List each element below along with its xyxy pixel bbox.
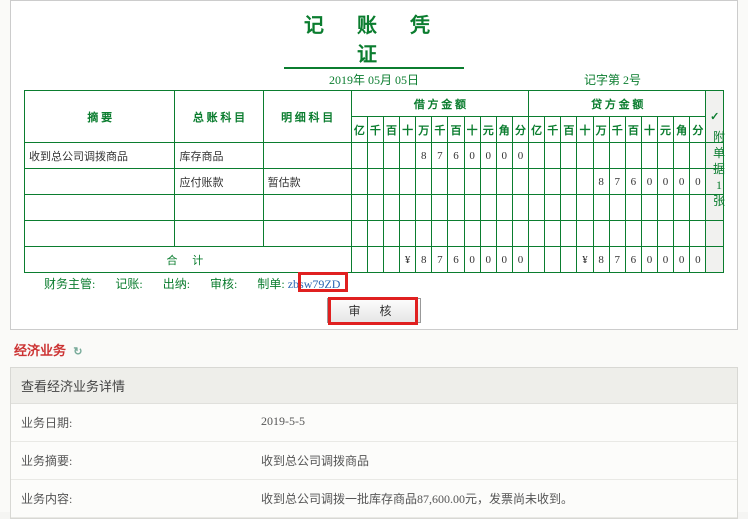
business-row: 业务日期:2019-5-5 bbox=[11, 404, 737, 442]
audit-button[interactable]: 审 核 bbox=[327, 298, 420, 323]
col-account: 总 账 科 目 bbox=[175, 91, 263, 143]
digit-header: 分 bbox=[512, 117, 528, 143]
business-panel-title: 查看经济业务详情 bbox=[11, 368, 737, 404]
col-summary: 摘 要 bbox=[25, 91, 175, 143]
business-row-label: 业务内容: bbox=[11, 480, 251, 517]
digit-header: 十 bbox=[400, 117, 416, 143]
business-panel: 查看经济业务详情 业务日期:2019-5-5业务摘要:收到总公司调拨商品业务内容… bbox=[10, 367, 738, 519]
business-row-value: 收到总公司调拨商品 bbox=[251, 442, 737, 479]
sig-maker-value: zbsw79ZD bbox=[288, 277, 341, 291]
cell-summary bbox=[25, 221, 175, 247]
cell-sub bbox=[263, 143, 351, 169]
cell-summary: 收到总公司调拨商品 bbox=[25, 143, 175, 169]
digit-header: 千 bbox=[432, 117, 448, 143]
cell-account bbox=[175, 195, 263, 221]
cell-sub bbox=[263, 221, 351, 247]
digit-header: 十 bbox=[577, 117, 593, 143]
digit-header: 分 bbox=[690, 117, 706, 143]
sig-cashier: 出纳: bbox=[163, 275, 190, 292]
cell-summary bbox=[25, 169, 175, 195]
sig-book: 记账: bbox=[115, 275, 142, 292]
cell-account: 应付账款 bbox=[175, 169, 263, 195]
table-row bbox=[25, 221, 724, 247]
digit-header: 千 bbox=[367, 117, 383, 143]
business-row-label: 业务日期: bbox=[11, 404, 251, 441]
digit-header: 十 bbox=[464, 117, 480, 143]
business-row: 业务内容:收到总公司调拨一批库存商品87,600.00元，发票尚未收到。 bbox=[11, 480, 737, 518]
total-label: 合 计 bbox=[25, 247, 352, 273]
digit-header: 角 bbox=[674, 117, 690, 143]
digit-header: 角 bbox=[496, 117, 512, 143]
signature-row: 财务主管: 记账: 出纳: 审核: 制单: zbsw79ZD bbox=[24, 275, 724, 292]
cell-account: 库存商品 bbox=[175, 143, 263, 169]
sig-finmgr: 财务主管: bbox=[44, 275, 95, 292]
digit-header: 亿 bbox=[351, 117, 367, 143]
digit-header: 百 bbox=[625, 117, 641, 143]
table-row bbox=[25, 195, 724, 221]
cell-sub: 暂估款 bbox=[263, 169, 351, 195]
attachment-label: 附单据 1 张 bbox=[712, 129, 726, 209]
refresh-icon[interactable]: ↻ bbox=[73, 346, 82, 358]
business-tab[interactable]: 经济业务 ↻ bbox=[10, 336, 738, 363]
digit-header: 万 bbox=[416, 117, 432, 143]
digit-header: 十 bbox=[641, 117, 657, 143]
digit-header: 千 bbox=[545, 117, 561, 143]
table-row: 收到总公司调拨商品库存商品8760000 bbox=[25, 143, 724, 169]
cell-summary bbox=[25, 195, 175, 221]
cell-sub bbox=[263, 195, 351, 221]
business-row-value: 收到总公司调拨一批库存商品87,600.00元，发票尚未收到。 bbox=[251, 480, 737, 517]
voucher-form: 记 账 凭 证 2019年 05月 05日 记字第 2号 摘 要 总 账 科 目… bbox=[10, 0, 738, 330]
digit-header: 元 bbox=[480, 117, 496, 143]
total-row: 合 计 ¥8760000 ¥8760000 bbox=[25, 247, 724, 273]
row-checkbox[interactable] bbox=[706, 221, 724, 247]
col-subaccount: 明 细 科 目 bbox=[263, 91, 351, 143]
sig-maker-label: 制单: bbox=[257, 277, 284, 291]
business-row-label: 业务摘要: bbox=[11, 442, 251, 479]
digit-header: 元 bbox=[658, 117, 674, 143]
digit-header: 百 bbox=[383, 117, 399, 143]
digit-header: 亿 bbox=[529, 117, 545, 143]
col-credit: 贷 方 金 额 bbox=[529, 91, 706, 117]
voucher-number: 记字第 2号 bbox=[584, 71, 641, 88]
digit-header: 万 bbox=[593, 117, 609, 143]
digit-header: 百 bbox=[448, 117, 464, 143]
voucher-date: 2019年 05月 05日 bbox=[329, 73, 419, 87]
col-debit: 借 方 金 额 bbox=[351, 91, 528, 117]
table-row: 应付账款暂估款8760000 bbox=[25, 169, 724, 195]
business-row-value: 2019-5-5 bbox=[251, 404, 737, 441]
voucher-table: 摘 要 总 账 科 目 明 细 科 目 借 方 金 额 贷 方 金 额 ✓ 亿千… bbox=[24, 90, 724, 273]
digit-header: 百 bbox=[561, 117, 577, 143]
voucher-title: 记 账 凭 证 bbox=[284, 7, 464, 69]
business-row: 业务摘要:收到总公司调拨商品 bbox=[11, 442, 737, 480]
cell-account bbox=[175, 221, 263, 247]
sig-audit: 审核: bbox=[210, 275, 237, 292]
digit-header: 千 bbox=[609, 117, 625, 143]
